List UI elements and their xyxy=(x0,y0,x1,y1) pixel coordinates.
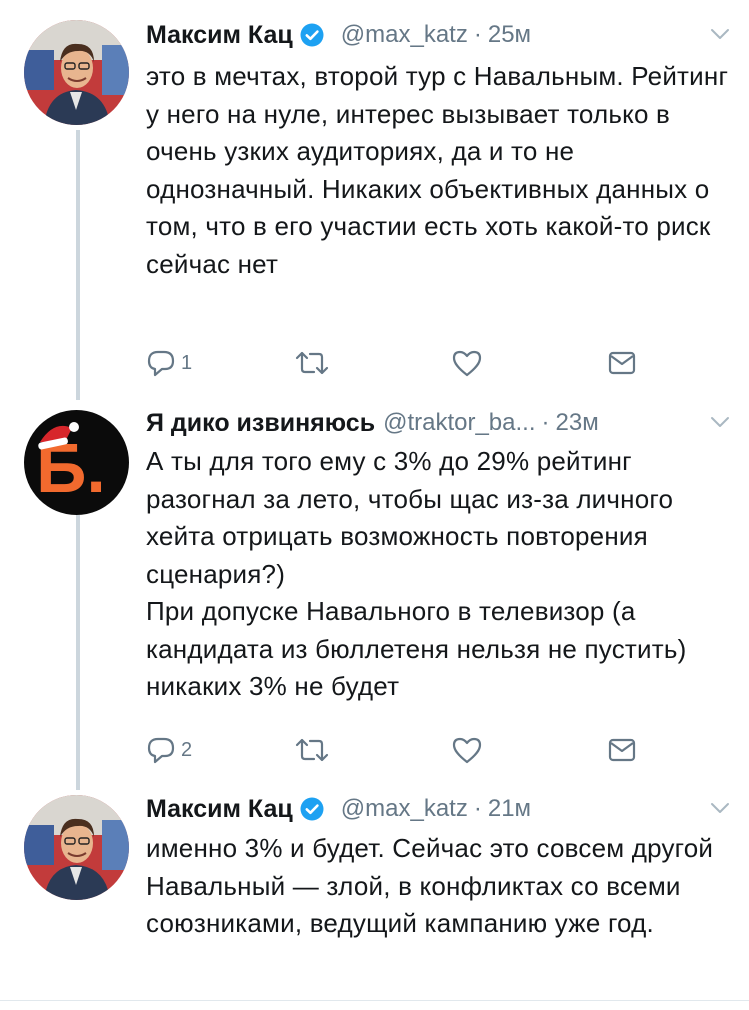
tweet-text: именно 3% и будет. Сейчас это совсем дру… xyxy=(146,833,714,938)
avatar-photo xyxy=(24,795,129,900)
avatar-photo xyxy=(24,20,129,125)
verified-badge-icon xyxy=(300,23,324,47)
author-handle[interactable]: @max_katz xyxy=(341,795,468,823)
tweet-header: Максим Кац @max_katz · 21м xyxy=(146,791,731,827)
avatar[interactable] xyxy=(24,20,129,125)
author-name[interactable]: Я дико извиняюсь xyxy=(146,409,375,438)
author-handle[interactable]: @traktor_ba... xyxy=(383,409,535,437)
tweet[interactable]: Б. Я дико извиняюсь @traktor_ba... · 23м… xyxy=(0,400,749,790)
chevron-down-icon[interactable] xyxy=(709,23,731,45)
reply-icon xyxy=(147,350,175,377)
tweet-text: А ты для того ему с 3% до 29% рейтинг ра… xyxy=(146,446,687,701)
heart-icon xyxy=(452,350,482,377)
author-handle[interactable]: @max_katz xyxy=(341,21,468,49)
tweet-text: это в мечтах, второй тур с Навальным. Ре… xyxy=(146,61,729,279)
separator-dot: · xyxy=(473,21,482,48)
tweet[interactable]: Максим Кац @max_katz · 25м это в мечтах,… xyxy=(0,0,749,400)
avatar-logo: Б. xyxy=(24,410,129,515)
author-name[interactable]: Максим Кац xyxy=(146,21,293,50)
like-button[interactable] xyxy=(451,732,483,768)
tweet-header: Максим Кац @max_katz · 25м xyxy=(146,17,731,53)
tweet-header: Я дико извиняюсь @traktor_ba... · 23м xyxy=(146,405,731,441)
like-button[interactable] xyxy=(451,345,483,381)
envelope-icon xyxy=(608,738,636,762)
reply-icon xyxy=(147,737,175,764)
author-name[interactable]: Максим Кац xyxy=(146,795,293,824)
avatar[interactable]: Б. xyxy=(24,410,129,515)
tweet-time[interactable]: 25м xyxy=(488,21,531,49)
avatar[interactable] xyxy=(24,795,129,900)
reply-count: 2 xyxy=(181,738,193,761)
tweet-actions: 2 xyxy=(146,732,646,768)
chevron-down-icon[interactable] xyxy=(709,411,731,433)
retweet-button[interactable] xyxy=(294,732,330,768)
tweet-time[interactable]: 23м xyxy=(556,409,599,437)
separator-dot: · xyxy=(541,409,550,436)
retweet-icon xyxy=(295,351,329,375)
separator-dot: · xyxy=(473,795,482,822)
verified-badge-icon xyxy=(300,797,324,821)
retweet-icon xyxy=(295,738,329,762)
envelope-icon xyxy=(608,351,636,375)
direct-message-button[interactable] xyxy=(608,732,636,768)
reply-count: 1 xyxy=(181,351,193,374)
tweet-actions: 1 xyxy=(146,345,646,381)
chevron-down-icon[interactable] xyxy=(709,797,731,819)
bottom-divider xyxy=(0,1000,749,1001)
reply-button[interactable]: 1 xyxy=(146,345,192,381)
retweet-button[interactable] xyxy=(294,345,330,381)
direct-message-button[interactable] xyxy=(608,345,636,381)
reply-button[interactable]: 2 xyxy=(146,732,192,768)
tweet[interactable]: Максим Кац @max_katz · 21м именно 3% и б… xyxy=(0,790,749,1010)
heart-icon xyxy=(452,737,482,764)
tweet-time[interactable]: 21м xyxy=(488,795,531,823)
